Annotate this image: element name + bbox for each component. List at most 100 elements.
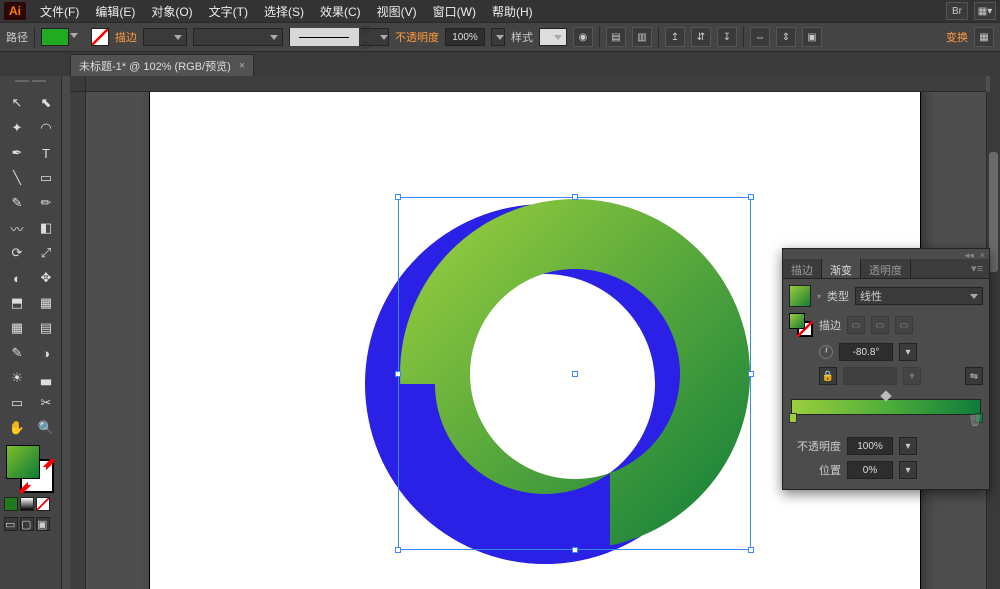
toolbox-grip[interactable] (4, 80, 57, 88)
blend-tool[interactable]: ◑ (33, 342, 59, 364)
handle-tr[interactable] (748, 194, 754, 200)
color-mode-solid[interactable] (4, 497, 18, 511)
width-tool[interactable]: ◐ (4, 267, 30, 289)
opacity-label[interactable]: 不透明度 (395, 29, 439, 45)
handle-mr[interactable] (748, 371, 754, 377)
fill-swatch[interactable] (41, 28, 69, 46)
delete-stop-icon[interactable]: 🗑 (968, 414, 982, 428)
symbol-sprayer-tool[interactable]: ☀ (4, 367, 30, 389)
selection-tool[interactable]: ↖ (4, 92, 30, 114)
gradient-type-dropdown[interactable]: 线性 (855, 287, 983, 305)
horizontal-ruler[interactable] (86, 76, 986, 92)
stop-opacity-stepper[interactable]: ▾ (899, 437, 917, 455)
stop-position-stepper[interactable]: ▾ (899, 461, 917, 479)
align-left-button[interactable]: ▤ (606, 27, 626, 47)
scale-tool[interactable]: ⤢ (33, 242, 59, 264)
menu-edit[interactable]: 编辑(E) (87, 0, 143, 23)
recolor-art-button[interactable]: ◉ (573, 27, 593, 47)
type-tool[interactable]: T (33, 142, 59, 164)
angle-stepper[interactable]: ▾ (899, 343, 917, 361)
pencil-tool[interactable]: ✏ (33, 192, 59, 214)
align-top-button[interactable]: ↥ (665, 27, 685, 47)
close-tab-icon[interactable]: × (239, 60, 245, 72)
fill-stroke-control[interactable] (4, 445, 56, 493)
panel-menu-icon[interactable]: ▾≡ (965, 259, 989, 278)
ruler-origin[interactable] (70, 76, 86, 92)
column-graph-tool[interactable]: ▃ (33, 367, 59, 389)
screen-mode-normal[interactable]: ▭ (4, 517, 18, 531)
free-transform-tool[interactable]: ✥ (33, 267, 59, 289)
opacity-dropdown[interactable] (491, 28, 505, 46)
screen-mode-full[interactable]: ▢ (20, 517, 34, 531)
artboard-tool[interactable]: ▭ (4, 392, 30, 414)
paintbrush-tool[interactable]: ✎ (4, 192, 30, 214)
handle-center[interactable] (572, 371, 578, 377)
perspective-grid-tool[interactable]: ▦ (33, 292, 59, 314)
gradient-tool[interactable]: ▤ (33, 317, 59, 339)
line-tool[interactable]: ╲ (4, 167, 30, 189)
panel-header[interactable]: ◂◂ × (783, 249, 989, 259)
right-dock-collapse[interactable] (990, 76, 1000, 96)
gradient-ramp[interactable]: 🗑 (791, 399, 981, 415)
menu-effect[interactable]: 效果(C) (312, 0, 369, 23)
panel-close-icon[interactable]: × (980, 250, 985, 258)
blob-brush-tool[interactable]: 〰 (4, 217, 30, 239)
menu-file[interactable]: 文件(F) (32, 0, 87, 23)
handle-br[interactable] (748, 547, 754, 553)
color-mode-none[interactable] (36, 497, 50, 511)
panel-tab-gradient[interactable]: 渐变 (822, 259, 861, 278)
menu-view[interactable]: 视图(V) (369, 0, 425, 23)
stroke-swatch-none[interactable] (91, 28, 109, 46)
graphic-style-dropdown[interactable] (539, 28, 567, 46)
eraser-tool[interactable]: ◧ (33, 217, 59, 239)
menu-help[interactable]: 帮助(H) (484, 0, 541, 23)
hand-tool[interactable]: ✋ (4, 417, 30, 439)
panel-tab-stroke[interactable]: 描边 (783, 259, 822, 278)
panel-collapse-icon[interactable]: ◂◂ (965, 250, 974, 258)
bridge-button[interactable]: Br (946, 2, 968, 20)
brush-def-dropdown[interactable]: 基本 (289, 28, 389, 46)
distribute-h-button[interactable]: ⇔ (750, 27, 770, 47)
fill-color-box[interactable] (6, 445, 40, 479)
handle-tl[interactable] (395, 194, 401, 200)
gradient-preview-swatch[interactable] (789, 285, 811, 307)
transform-panel-button[interactable]: ▦ (974, 27, 994, 47)
gradient-stop-start[interactable] (789, 413, 797, 423)
vertical-ruler[interactable] (70, 92, 86, 589)
rotate-tool[interactable]: ⟳ (4, 242, 30, 264)
slice-tool[interactable]: ✂ (33, 392, 59, 414)
stop-position-field[interactable]: 0% (847, 461, 893, 479)
direct-selection-tool[interactable]: ⬉ (33, 92, 59, 114)
stroke-label[interactable]: 描边 (115, 29, 137, 45)
align-center-h-button[interactable]: ▥ (632, 27, 652, 47)
gradient-fillstroke-toggle[interactable] (789, 313, 813, 337)
handle-ml[interactable] (395, 371, 401, 377)
align-bottom-button[interactable]: ↧ (717, 27, 737, 47)
rectangle-tool[interactable]: ▭ (33, 167, 59, 189)
isolate-button[interactable]: ▣ (802, 27, 822, 47)
menu-select[interactable]: 选择(S) (256, 0, 312, 23)
var-width-profile-dropdown[interactable] (193, 28, 283, 46)
selection-bounding-box[interactable] (398, 197, 751, 550)
handle-tc[interactable] (572, 194, 578, 200)
reverse-gradient-icon[interactable]: ⇋ (965, 367, 983, 385)
document-tab[interactable]: 未标题-1* @ 102% (RGB/预览) × (70, 54, 254, 76)
stroke-weight-dropdown[interactable] (143, 28, 187, 46)
scrollbar-thumb[interactable] (989, 152, 998, 272)
eyedropper-tool[interactable]: ✎ (4, 342, 30, 364)
menu-window[interactable]: 窗口(W) (425, 0, 484, 23)
screen-mode-present[interactable]: ▣ (36, 517, 50, 531)
stop-opacity-field[interactable]: 100% (847, 437, 893, 455)
zoom-tool[interactable]: 🔍 (33, 417, 59, 439)
arrange-docs-button[interactable]: ▦▾ (974, 2, 996, 20)
mesh-tool[interactable]: ▦ (4, 317, 30, 339)
handle-bc[interactable] (572, 547, 578, 553)
align-center-v-button[interactable]: ⇵ (691, 27, 711, 47)
gradient-angle-field[interactable]: -80.8° (839, 343, 893, 361)
magic-wand-tool[interactable]: ✦ (4, 117, 30, 139)
color-mode-gradient[interactable] (20, 497, 34, 511)
distribute-v-button[interactable]: ⇕ (776, 27, 796, 47)
lasso-tool[interactable]: ◠ (33, 117, 59, 139)
transform-link[interactable]: 变换 (946, 29, 968, 45)
handle-bl[interactable] (395, 547, 401, 553)
